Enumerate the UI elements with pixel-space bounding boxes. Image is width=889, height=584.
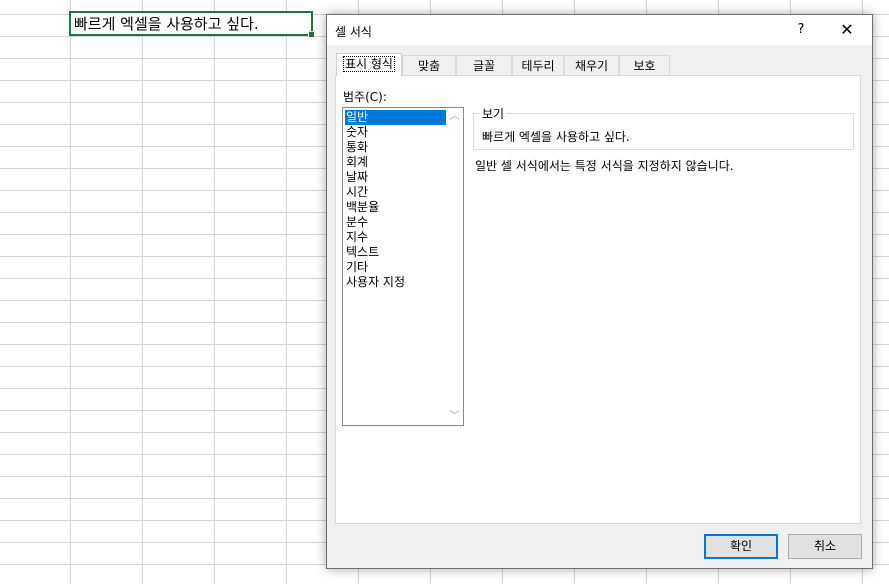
- tab-font[interactable]: 글꼴: [456, 55, 512, 75]
- category-item-date[interactable]: 날짜: [345, 170, 446, 185]
- close-button[interactable]: ✕: [835, 19, 859, 41]
- tab-label: 채우기: [574, 59, 609, 73]
- tab-protection[interactable]: 보호: [619, 55, 670, 75]
- tab-label: 글꼴: [472, 59, 496, 73]
- tab-label: 테두리: [521, 59, 555, 73]
- preview-group: 보기 빠르게 엑셀을 사용하고 싶다.: [473, 105, 854, 150]
- category-listbox[interactable]: 일반 숫자 통화 회계 날짜 시간 백분율 분수 지수 텍스트 기타 사용자 지…: [342, 107, 464, 426]
- tab-alignment[interactable]: 맞춤: [402, 55, 456, 75]
- tab-fill[interactable]: 채우기: [564, 55, 619, 75]
- dialog-titlebar[interactable]: 셀 서식 ? ✕: [327, 15, 872, 45]
- category-item-custom[interactable]: 사용자 지정: [345, 275, 446, 290]
- tab-border[interactable]: 테두리: [512, 55, 564, 75]
- category-item-accounting[interactable]: 회계: [345, 155, 446, 170]
- format-cells-dialog: 셀 서식 ? ✕ 표시 형식 맞춤 글꼴 테두리 채우기 보호 범주(C): 일…: [326, 14, 873, 569]
- cell-content: 빠르게 엑셀을 사용하고 싶다.: [74, 15, 259, 33]
- category-item-general[interactable]: 일반: [345, 110, 446, 125]
- cancel-button[interactable]: 취소: [788, 534, 862, 559]
- number-format-panel: 범주(C): 일반 숫자 통화 회계 날짜 시간 백분율 분수 지수 텍스트 기…: [335, 75, 861, 524]
- ok-button[interactable]: 확인: [704, 534, 778, 559]
- chevron-up-icon[interactable]: ︿: [446, 108, 463, 125]
- chevron-down-icon[interactable]: ﹀: [446, 408, 463, 425]
- category-label: 범주(C):: [343, 90, 387, 104]
- category-item-scientific[interactable]: 지수: [345, 230, 446, 245]
- fill-handle[interactable]: [308, 31, 315, 38]
- tab-number[interactable]: 표시 형식: [336, 53, 402, 76]
- tab-label: 보호: [633, 59, 656, 73]
- dialog-title: 셀 서식: [335, 25, 372, 39]
- tab-label: 맞춤: [417, 59, 441, 73]
- tab-label: 표시 형식: [343, 56, 395, 72]
- category-item-currency[interactable]: 통화: [345, 140, 446, 155]
- category-item-number[interactable]: 숫자: [345, 125, 446, 140]
- category-item-text[interactable]: 텍스트: [345, 245, 446, 260]
- category-item-percentage[interactable]: 백분율: [345, 200, 446, 215]
- format-description: 일반 셀 서식에서는 특정 서식을 지정하지 않습니다.: [475, 159, 734, 173]
- category-item-time[interactable]: 시간: [345, 185, 446, 200]
- list-scrollbar[interactable]: ︿ ﹀: [446, 108, 463, 425]
- preview-label: 보기: [480, 105, 507, 122]
- preview-value: 빠르게 엑셀을 사용하고 싶다.: [482, 130, 630, 144]
- help-button[interactable]: ?: [791, 20, 811, 40]
- category-item-fraction[interactable]: 분수: [345, 215, 446, 230]
- category-item-special[interactable]: 기타: [345, 260, 446, 275]
